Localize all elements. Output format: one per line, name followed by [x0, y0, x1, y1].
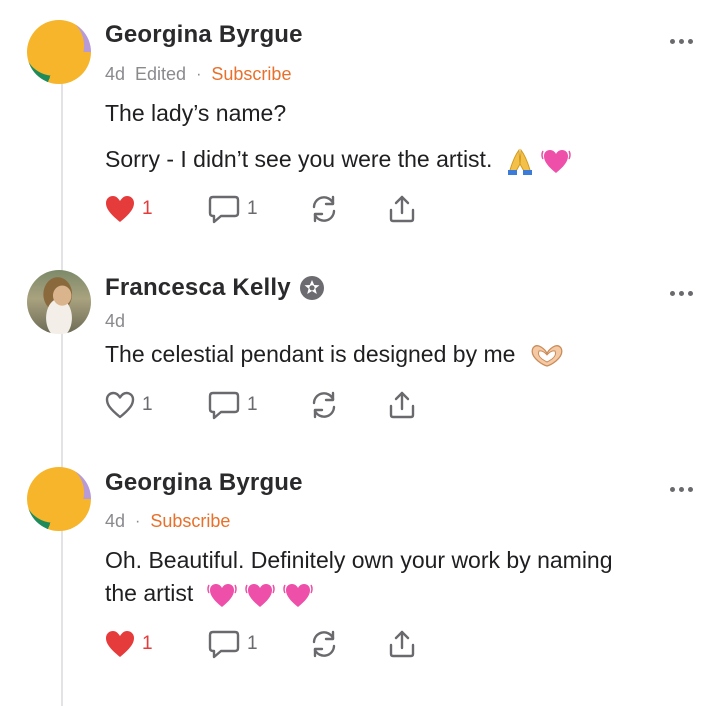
restack-icon: [312, 630, 336, 658]
share-button[interactable]: [386, 192, 418, 226]
avatar[interactable]: [27, 20, 91, 84]
timestamp: 4d: [105, 311, 126, 331]
pink-heart-emoji: [206, 583, 237, 607]
reply-count: 1: [247, 198, 258, 219]
author-name[interactable]: Georgina Byrgue: [105, 469, 303, 497]
avatar[interactable]: [27, 270, 91, 334]
pink-heart-emoji: [283, 583, 314, 607]
restack-button[interactable]: [308, 627, 340, 661]
comment-text-line: Sorry - I didn’t see you were the artist…: [105, 146, 493, 172]
author-badge-icon: [299, 276, 324, 300]
subscribe-link[interactable]: Subscribe: [211, 64, 291, 85]
edited-label: Edited: [135, 64, 187, 84]
reply-button[interactable]: 1: [207, 388, 258, 422]
restack-button[interactable]: [308, 388, 340, 422]
timestamp: 4d: [105, 64, 126, 84]
subscribe-link[interactable]: Subscribe: [150, 511, 230, 532]
pink-heart-emoji: [541, 149, 571, 173]
like-button[interactable]: 1: [104, 192, 153, 226]
author-name[interactable]: Georgina Byrgue: [105, 21, 303, 49]
like-count: 1: [142, 633, 153, 654]
comment-bubble-icon: [208, 391, 240, 420]
share-icon: [389, 630, 415, 658]
restack-button[interactable]: [308, 192, 340, 226]
comment-text-line: the artist: [105, 580, 194, 606]
heart-filled-icon: [106, 196, 134, 222]
pink-heart-emoji: [245, 583, 275, 607]
like-count: 1: [142, 198, 153, 219]
separator-dot: ·: [135, 512, 141, 530]
comment-text-line: The lady’s name?: [105, 100, 287, 126]
like-button[interactable]: 1: [104, 627, 153, 661]
author-name[interactable]: Francesca Kelly: [105, 274, 291, 302]
thread-line: [61, 78, 63, 706]
share-button[interactable]: [386, 627, 418, 661]
heart-filled-icon: [106, 631, 134, 657]
like-button[interactable]: 1: [104, 388, 153, 422]
reply-button[interactable]: 1: [207, 192, 258, 226]
avatar[interactable]: [27, 467, 91, 531]
share-icon: [389, 195, 415, 223]
heart-hands-emoji: [531, 345, 563, 367]
comment-text-line: Oh. Beautiful. Definitely own your work …: [105, 547, 613, 573]
folded-hands-emoji: [507, 148, 532, 175]
more-options-icon[interactable]: [670, 31, 698, 44]
reply-count: 1: [247, 633, 258, 654]
separator-dot: ·: [196, 65, 202, 83]
share-button[interactable]: [386, 388, 418, 422]
comment-text-line: The celestial pendant is designed by me: [105, 341, 516, 367]
heart-outline-icon: [105, 391, 135, 419]
share-icon: [389, 391, 415, 419]
reply-button[interactable]: 1: [207, 627, 258, 661]
restack-icon: [312, 391, 336, 419]
timestamp: 4d: [105, 511, 126, 531]
comment-bubble-icon: [208, 630, 240, 659]
more-options-icon[interactable]: [670, 283, 698, 296]
restack-icon: [312, 195, 336, 223]
more-options-icon[interactable]: [670, 479, 698, 492]
comment-bubble-icon: [208, 195, 240, 224]
like-count: 1: [142, 394, 153, 415]
reply-count: 1: [247, 394, 258, 415]
